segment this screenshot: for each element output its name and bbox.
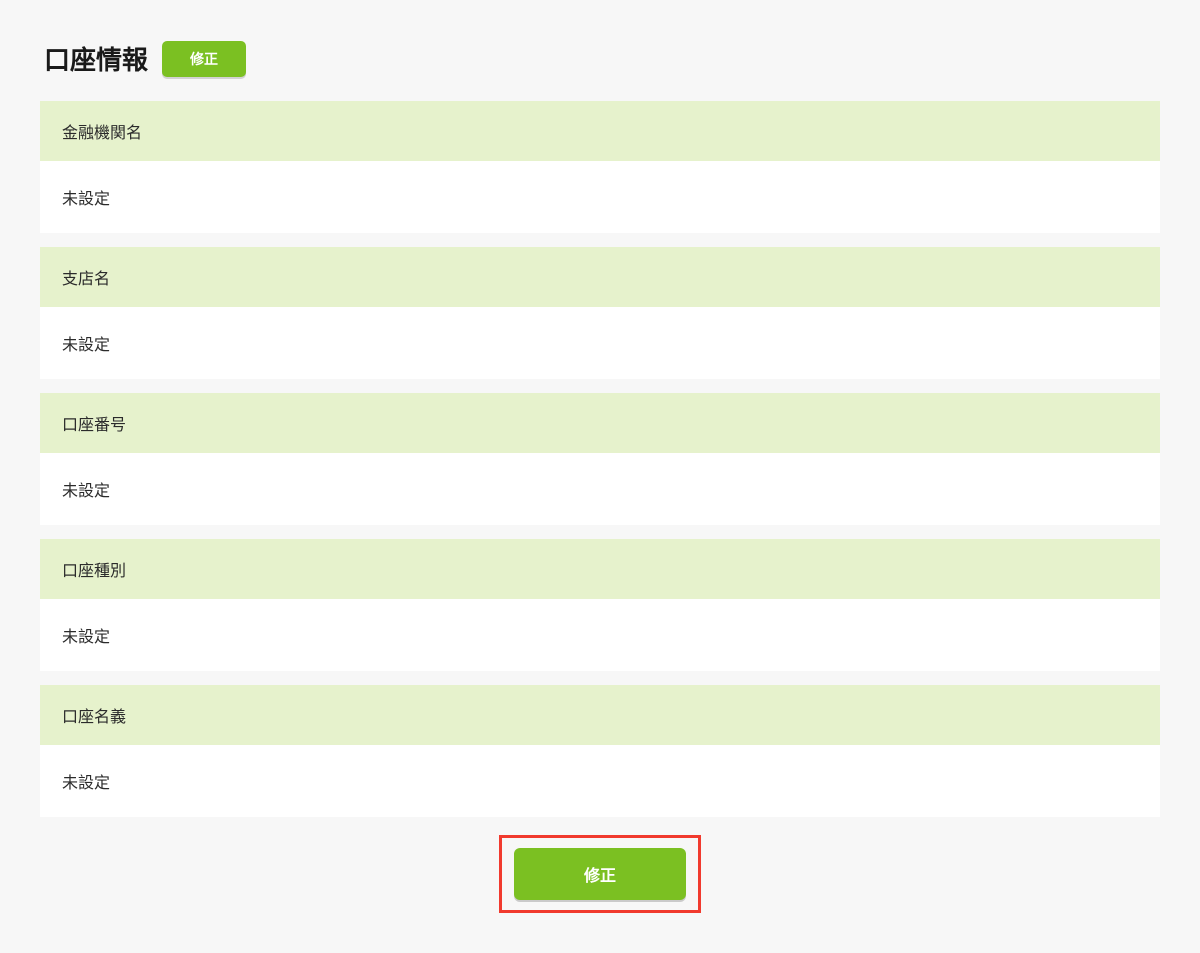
footer-area: 修正: [40, 835, 1160, 913]
field-value-account-number: 未設定: [40, 453, 1160, 525]
field-value-bank-name: 未設定: [40, 161, 1160, 233]
field-value-account-holder: 未設定: [40, 745, 1160, 817]
edit-button-top[interactable]: 修正: [162, 41, 246, 77]
page-title: 口座情報: [44, 40, 148, 77]
field-value-account-type: 未設定: [40, 599, 1160, 671]
field-label-account-type: 口座種別: [40, 539, 1160, 599]
highlight-box: 修正: [499, 835, 701, 913]
account-info-card: 口座情報 修正 金融機関名 未設定 支店名 未設定 口座番号 未設定 口座種別 …: [10, 10, 1190, 943]
header-row: 口座情報 修正: [40, 40, 1160, 77]
field-value-branch-name: 未設定: [40, 307, 1160, 379]
account-info-table: 金融機関名 未設定 支店名 未設定 口座番号 未設定 口座種別 未設定 口座名義…: [40, 101, 1160, 817]
field-label-branch-name: 支店名: [40, 247, 1160, 307]
field-label-account-number: 口座番号: [40, 393, 1160, 453]
field-label-bank-name: 金融機関名: [40, 101, 1160, 161]
edit-button-bottom[interactable]: 修正: [514, 848, 686, 900]
field-label-account-holder: 口座名義: [40, 685, 1160, 745]
